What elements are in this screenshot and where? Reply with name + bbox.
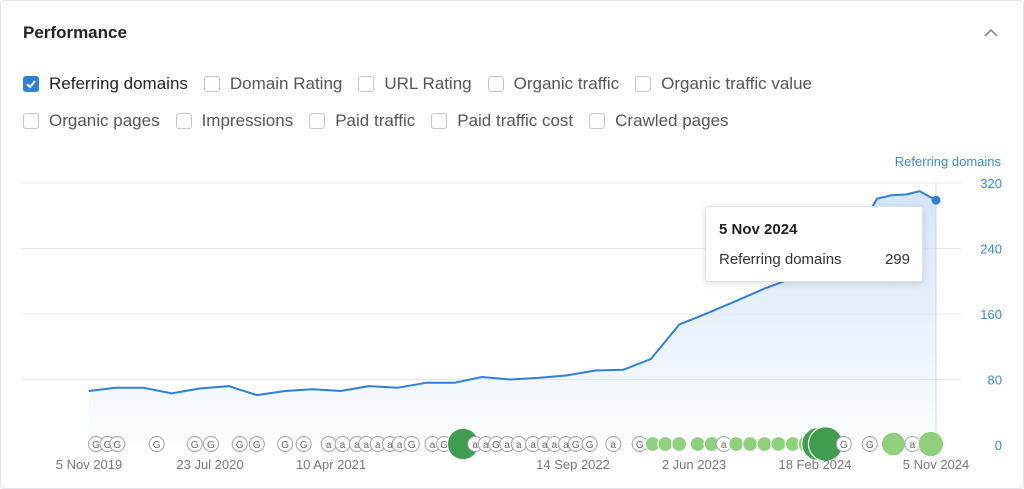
update-marker-glyph: a — [472, 440, 478, 451]
checkbox-unchecked-icon[interactable] — [487, 76, 504, 92]
update-marker-glyph: G — [207, 440, 215, 451]
update-marker-glyph: G — [191, 440, 199, 451]
update-marker-glyph: G — [840, 440, 848, 451]
update-marker-glyph: a — [483, 440, 489, 451]
algorithm-update-marker[interactable] — [689, 435, 706, 453]
checkbox-unchecked-icon[interactable] — [358, 76, 375, 92]
update-marker-glyph: a — [363, 440, 369, 451]
y-tick-label: 320 — [980, 176, 1002, 191]
update-marker-glyph: G — [636, 440, 644, 451]
x-tick-label: 23 Jul 2020 — [176, 457, 243, 472]
x-tick-label: 18 Feb 2024 — [778, 457, 851, 472]
algorithm-update-marker[interactable] — [657, 435, 674, 453]
tooltip-value: 299 — [884, 251, 910, 268]
update-marker-glyph: G — [253, 440, 261, 451]
metric-toggle-impressions[interactable]: Impressions — [175, 111, 294, 131]
checkbox-unchecked-icon[interactable] — [23, 113, 39, 129]
checkbox-unchecked-icon[interactable] — [431, 113, 448, 129]
metric-toggle-label: Referring domains — [49, 74, 188, 93]
update-marker-glyph: a — [552, 440, 558, 451]
update-marker-glyph: a — [397, 440, 403, 451]
update-marker-glyph: a — [430, 440, 436, 451]
update-marker-glyph: G — [866, 440, 874, 451]
update-marker-glyph: a — [721, 440, 727, 451]
update-marker-glyph: a — [530, 440, 536, 451]
metric-toggle-url-rating[interactable]: URL Rating — [358, 74, 472, 94]
algorithm-update-marker[interactable] — [770, 435, 787, 453]
update-marker-glyph: G — [113, 440, 121, 451]
y-tick-label: 0 — [995, 438, 1002, 453]
tooltip-date: 5 Nov 2024 — [719, 221, 798, 238]
checkbox-unchecked-icon[interactable] — [203, 76, 220, 92]
update-marker-glyph: a — [340, 440, 346, 451]
panel-title: Performance — [23, 23, 127, 42]
update-marker-glyph: G — [492, 440, 500, 451]
update-marker-glyph: G — [300, 440, 308, 451]
chart-tooltip: 5 Nov 2024 Referring domains 299 — [705, 206, 923, 282]
metric-toggle-paid-traffic[interactable]: Paid traffic — [309, 111, 415, 131]
metric-toggle-label: Domain Rating — [229, 74, 343, 93]
checkbox-unchecked-icon[interactable] — [175, 113, 192, 129]
metric-toggle-referring-domains[interactable]: Referring domains — [23, 74, 188, 94]
metric-toggle-organic-traffic[interactable]: Organic traffic — [487, 74, 620, 94]
tooltip-series-name: Referring domains — [719, 251, 842, 268]
update-marker-glyph: G — [408, 440, 416, 451]
metric-toggle-label: Organic pages — [49, 111, 160, 130]
metric-toggle-label: URL Rating — [384, 74, 472, 93]
metric-toggle-label: Organic traffic — [513, 74, 620, 93]
update-marker-glyph: a — [375, 440, 381, 451]
update-marker-glyph: a — [326, 440, 332, 451]
y-tick-label: 80 — [988, 373, 1002, 388]
metric-toggles-row-2: Organic pages Impressions Paid traffic Paid… — [23, 111, 745, 131]
y-tick-label: 240 — [980, 242, 1002, 257]
update-marker-glyph: G — [572, 440, 580, 451]
update-marker-glyph: G — [586, 440, 594, 451]
metric-toggle-label: Impressions — [201, 111, 294, 130]
metric-toggle-label: Crawled pages — [615, 111, 729, 130]
metric-toggle-organic-traffic-value[interactable]: Organic traffic value — [635, 74, 812, 94]
checkbox-unchecked-icon[interactable] — [309, 113, 326, 129]
update-marker-glyph: G — [281, 440, 289, 451]
checkbox-unchecked-icon[interactable] — [589, 113, 606, 129]
algorithm-update-marker[interactable] — [756, 435, 773, 453]
x-tick-label: 5 Nov 2024 — [903, 457, 970, 472]
update-marker-glyph: G — [92, 440, 100, 451]
update-marker-glyph: a — [516, 440, 522, 451]
x-tick-label: 2 Jun 2023 — [662, 457, 726, 472]
chevron-up-icon[interactable] — [981, 23, 1001, 43]
x-tick-label: 14 Sep 2022 — [536, 457, 610, 472]
metric-toggles-row-1: Referring domains Domain Rating URL Rating… — [23, 74, 828, 94]
metric-toggle-crawled-pages[interactable]: Crawled pages — [589, 111, 729, 131]
algorithm-update-marker[interactable] — [880, 431, 906, 457]
algorithm-update-marker[interactable] — [671, 435, 688, 453]
x-tick-label: 10 Apr 2021 — [296, 457, 366, 472]
x-tick-label: 5 Nov 2019 — [56, 457, 123, 472]
algorithm-update-marker[interactable] — [917, 430, 945, 458]
y-axis-series-label: Referring domains — [894, 154, 1001, 169]
algorithm-update-marker[interactable] — [728, 435, 745, 453]
metric-toggle-label: Paid traffic cost — [457, 111, 574, 130]
metric-toggle-paid-traffic-cost[interactable]: Paid traffic cost — [431, 111, 573, 131]
update-marker-glyph: G — [153, 440, 161, 451]
algorithm-update-marker[interactable] — [741, 435, 759, 453]
metric-toggle-domain-rating[interactable]: Domain Rating — [203, 74, 343, 94]
update-marker-glyph: a — [504, 440, 510, 451]
metric-toggle-organic-pages[interactable]: Organic pages — [23, 111, 160, 131]
checkbox-unchecked-icon[interactable] — [635, 76, 652, 92]
metric-toggle-label: Organic traffic value — [661, 74, 812, 93]
update-marker-glyph: a — [611, 440, 617, 451]
update-marker-glyph: a — [910, 440, 916, 451]
metric-toggle-label: Paid traffic — [335, 111, 416, 130]
hovered-data-point[interactable] — [931, 195, 941, 205]
performance-panel: Performance Referring domains Domain Rati… — [0, 0, 1024, 489]
checkbox-checked-icon[interactable] — [23, 76, 39, 92]
y-tick-label: 160 — [980, 307, 1002, 322]
update-marker-glyph: G — [236, 440, 244, 451]
